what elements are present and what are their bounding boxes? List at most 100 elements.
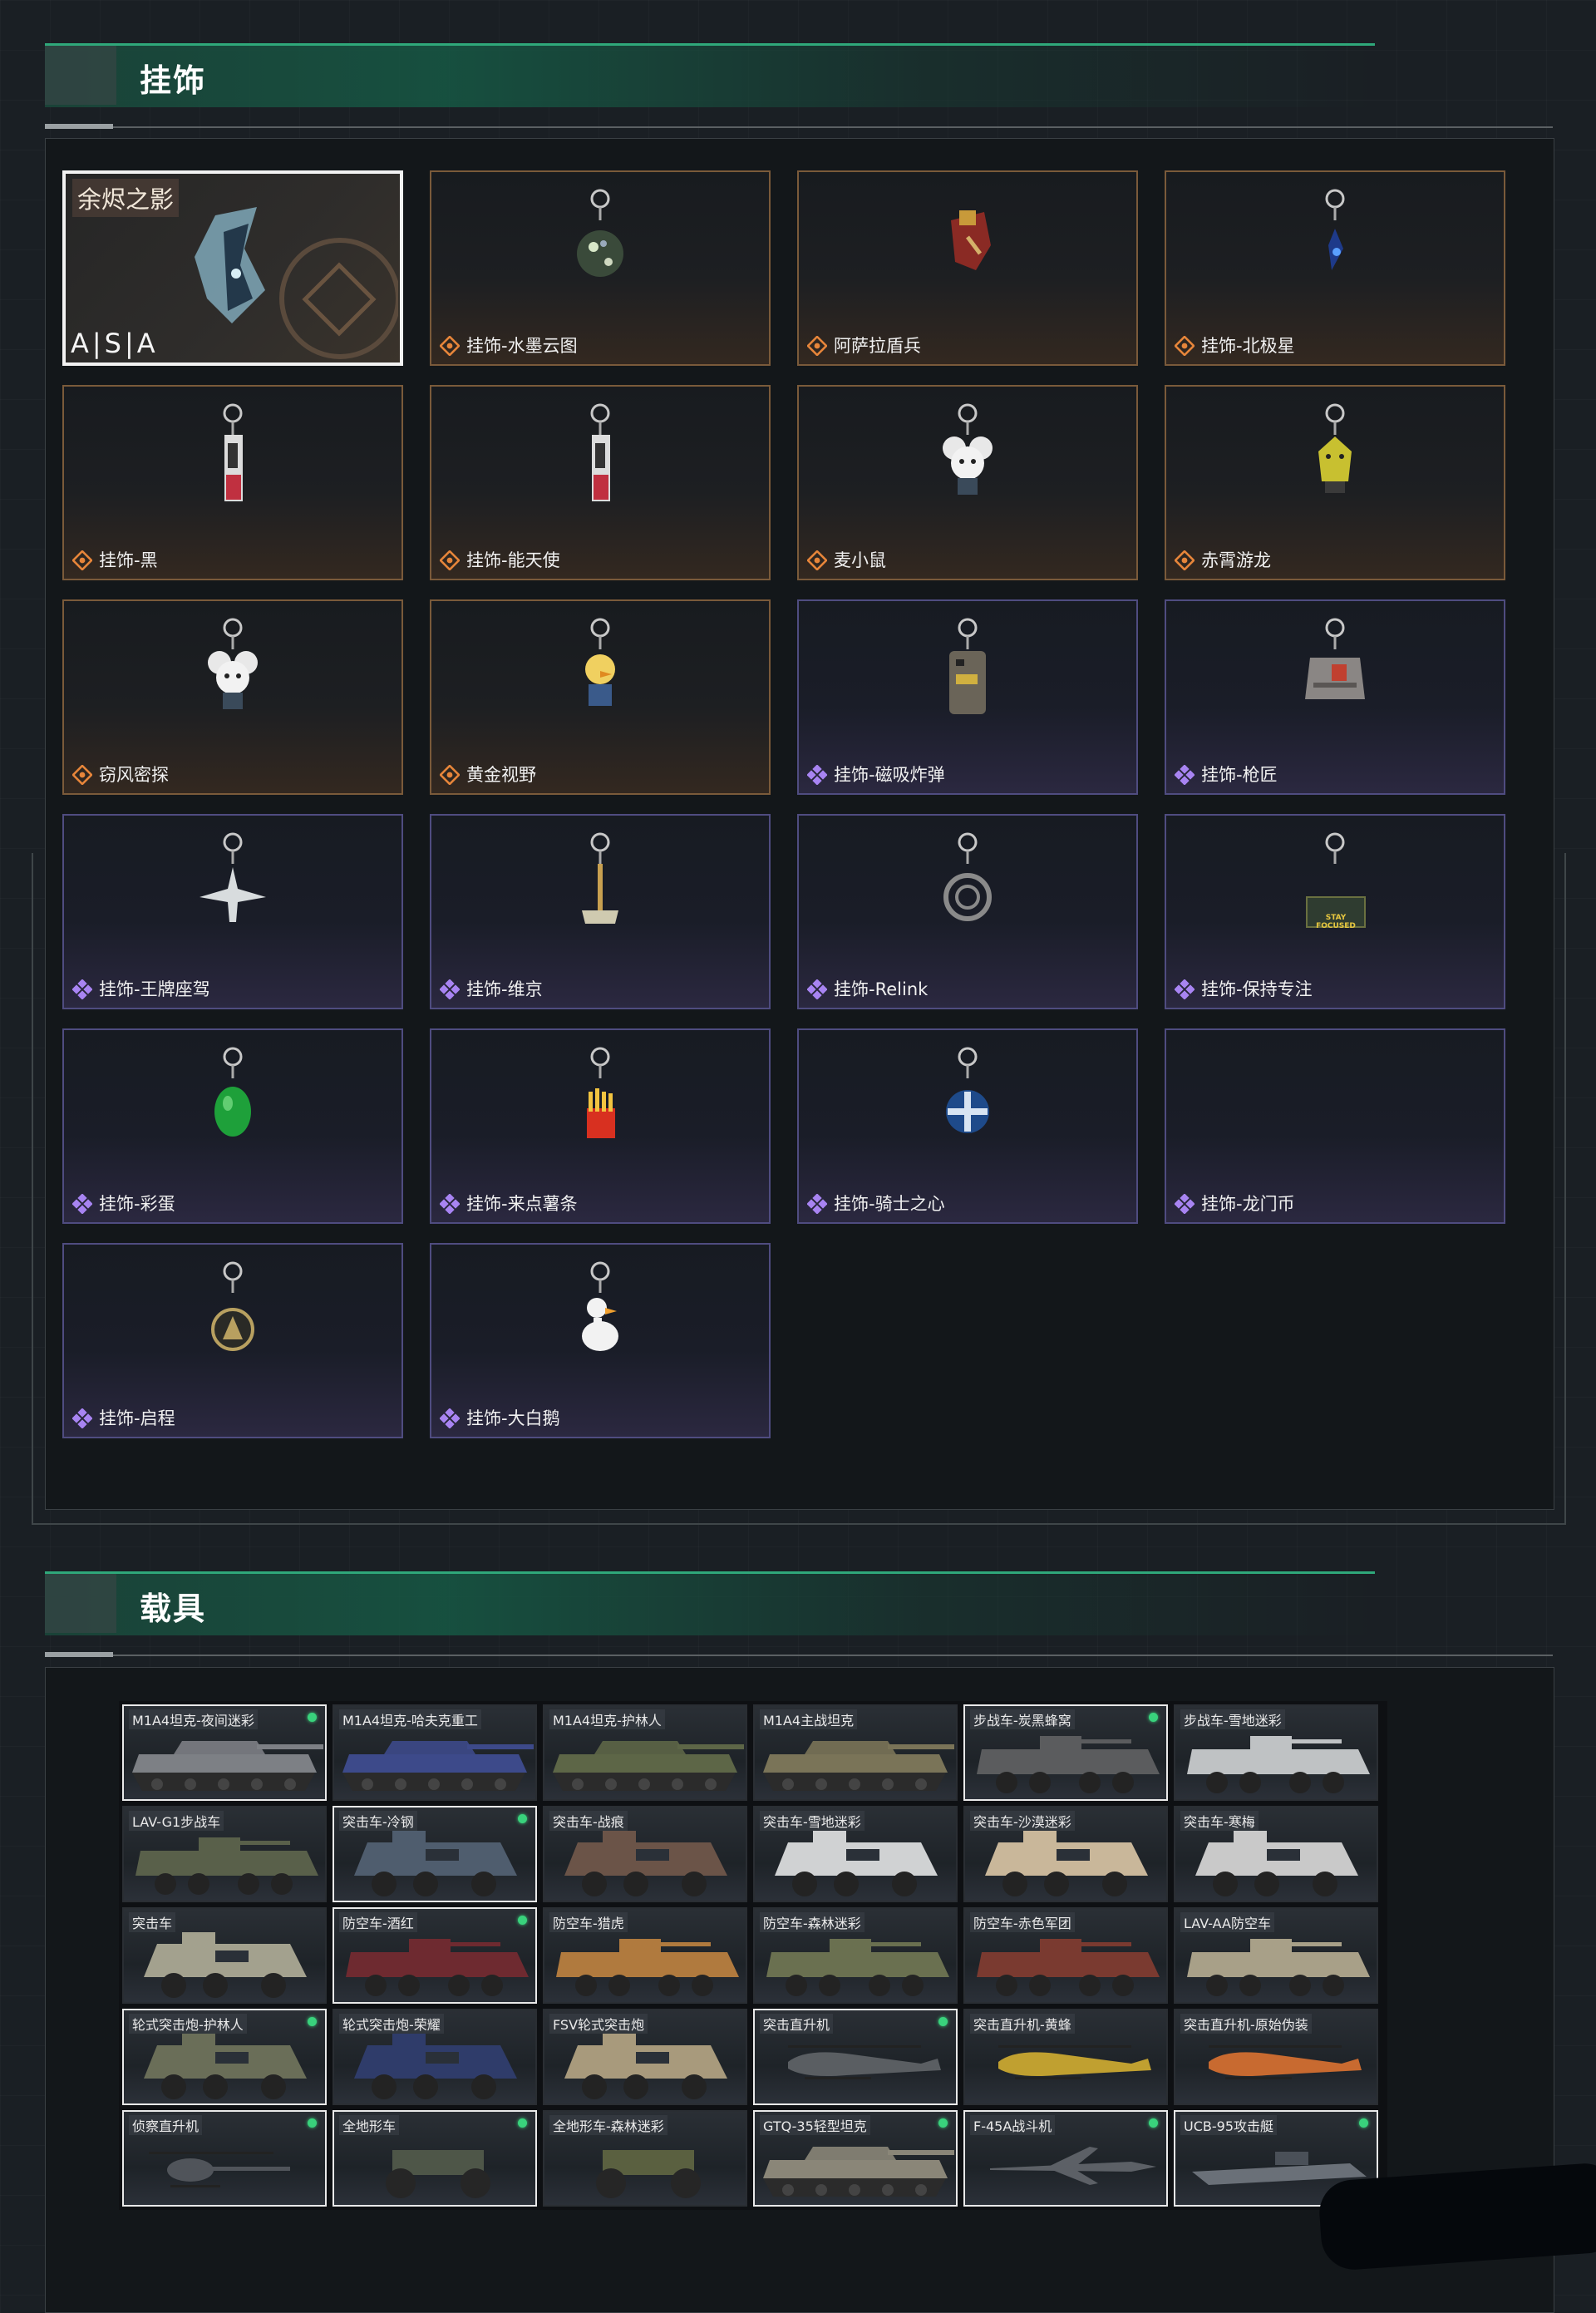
vehicle-card[interactable]: M1A4坦克-哈夫克重工 bbox=[332, 1704, 537, 1801]
vehicle-card[interactable]: 突击车-寒梅 bbox=[1174, 1806, 1378, 1902]
ifv-vehicle-icon bbox=[556, 1939, 739, 1996]
vehicle-name: 突击车 bbox=[129, 1912, 176, 1932]
vehicle-card[interactable]: 突击车-战痕 bbox=[543, 1806, 747, 1902]
vehicle-name: 全地形车-森林迷彩 bbox=[549, 2115, 667, 2135]
orb-charm-icon bbox=[550, 187, 650, 298]
vehicle-name: 突击车-沙漠迷彩 bbox=[970, 1811, 1075, 1831]
status-dot-icon bbox=[308, 2017, 317, 2026]
vehicle-card[interactable]: 全地形车 bbox=[332, 2110, 537, 2207]
charm-card[interactable]: 黄金视野 bbox=[430, 599, 771, 795]
vehicle-card[interactable]: M1A4坦克-夜间迷彩 bbox=[122, 1704, 327, 1801]
bomb-charm-icon bbox=[918, 616, 1017, 727]
apc-vehicle-icon bbox=[354, 2034, 517, 2099]
vehicle-name: 防空车-森林迷彩 bbox=[760, 1912, 864, 1932]
ifv-vehicle-icon bbox=[346, 1939, 529, 1996]
charm-card[interactable]: 阿萨拉盾兵 bbox=[797, 170, 1138, 366]
gold-rarity-icon bbox=[439, 550, 461, 571]
charm-card[interactable]: 挂饰-北极星 bbox=[1165, 170, 1505, 366]
vehicle-name: 突击车-冷钢 bbox=[339, 1811, 417, 1831]
tank-vehicle-icon bbox=[763, 2147, 954, 2197]
charm-card[interactable]: 挂饰-水墨云图 bbox=[430, 170, 771, 366]
featured-charm-logo: A|S|A bbox=[71, 328, 159, 359]
featured-charm-card[interactable]: 余烬之影 A|S|A bbox=[62, 170, 403, 366]
vehicle-card[interactable]: 突击车-冷钢 bbox=[332, 1806, 537, 1902]
charm-card[interactable]: 挂饰-枪匠 bbox=[1165, 599, 1505, 795]
star-charm-icon bbox=[1285, 187, 1385, 298]
apc-vehicle-icon bbox=[564, 1831, 727, 1896]
vehicle-card[interactable]: 轮式突击炮-荣耀 bbox=[332, 2009, 537, 2105]
charm-label: 挂饰-北极星 bbox=[1201, 336, 1295, 356]
apc-vehicle-icon bbox=[144, 1932, 307, 1998]
vehicle-card[interactable]: F-45A战斗机 bbox=[963, 2110, 1168, 2207]
vehicle-name: M1A4坦克-哈夫克重工 bbox=[339, 1709, 481, 1729]
charm-card[interactable]: 挂饰-能天使 bbox=[430, 385, 771, 580]
vehicle-name: 突击直升机 bbox=[760, 2014, 834, 2034]
charms-panel-frame bbox=[32, 853, 1566, 1525]
gold-rarity-icon bbox=[71, 550, 93, 571]
vehicle-card[interactable]: 侦察直升机 bbox=[122, 2110, 327, 2207]
vehicle-name: 步战车-炭黑蜂窝 bbox=[970, 1709, 1075, 1729]
heli-vehicle-icon bbox=[788, 2045, 941, 2079]
vehicle-card[interactable]: LAV-G1步战车 bbox=[122, 1806, 327, 1902]
header-divider-accent bbox=[45, 124, 113, 129]
mouse-charm-icon bbox=[918, 402, 1017, 513]
ifv-vehicle-icon bbox=[977, 1736, 1160, 1793]
section-title-charms: 挂饰 bbox=[140, 62, 207, 99]
tank-vehicle-icon bbox=[763, 1741, 954, 1791]
vehicle-card[interactable]: 突击车 bbox=[122, 1907, 327, 2004]
vehicle-grid: M1A4坦克-夜间迷彩 M1A4坦克-哈夫克重工 M1A4坦克-护林人 M1A4主战坦… bbox=[119, 1701, 1387, 2210]
tank-vehicle-icon bbox=[553, 1741, 744, 1791]
vehicle-name: FSV轮式突击炮 bbox=[549, 2014, 648, 2034]
charm-card[interactable]: 挂饰-磁吸炸弹 bbox=[797, 599, 1138, 795]
charm-label: 挂饰-黑 bbox=[99, 550, 158, 570]
charm-card[interactable]: 赤霄游龙 bbox=[1165, 385, 1505, 580]
charm-label: 挂饰-能天使 bbox=[466, 550, 560, 570]
card-charm-icon bbox=[183, 402, 283, 513]
gold-rarity-icon bbox=[71, 764, 93, 786]
charm-label: 麦小鼠 bbox=[834, 550, 886, 570]
vehicle-name: 突击车-雪地迷彩 bbox=[760, 1811, 864, 1831]
charm-label: 挂饰-磁吸炸弹 bbox=[834, 765, 945, 785]
vehicle-name: 防空车-酒红 bbox=[339, 1912, 417, 1932]
charm-card[interactable]: 挂饰-黑 bbox=[62, 385, 403, 580]
status-dot-icon bbox=[1149, 1713, 1158, 1722]
vehicle-card[interactable]: M1A4坦克-护林人 bbox=[543, 1704, 747, 1801]
gold-rarity-icon bbox=[806, 335, 828, 357]
heli-vehicle-icon bbox=[998, 2045, 1151, 2079]
charm-card[interactable]: 窃风密探 bbox=[62, 599, 403, 795]
vehicle-card[interactable]: 步战车-雪地迷彩 bbox=[1174, 1704, 1378, 1801]
gold-rarity-icon bbox=[439, 335, 461, 357]
charm-label: 窃风密探 bbox=[99, 765, 169, 785]
vehicle-card[interactable]: 突击车-沙漠迷彩 bbox=[963, 1806, 1168, 1902]
vehicle-name: LAV-G1步战车 bbox=[129, 1811, 224, 1831]
vehicle-card[interactable]: 防空车-酒红 bbox=[332, 1907, 537, 2004]
vehicle-card[interactable]: GTQ-35轻型坦克 bbox=[753, 2110, 958, 2207]
vehicle-card[interactable]: 防空车-猎虎 bbox=[543, 1907, 747, 2004]
charm-card[interactable]: 麦小鼠 bbox=[797, 385, 1138, 580]
vehicle-name: 突击直升机-黄蜂 bbox=[970, 2014, 1075, 2034]
vehicle-card[interactable]: 突击车-雪地迷彩 bbox=[753, 1806, 958, 1902]
mouse-charm-icon bbox=[183, 616, 283, 727]
ifv-vehicle-icon bbox=[135, 1837, 318, 1895]
vehicle-card[interactable]: M1A4主战坦克 bbox=[753, 1704, 958, 1801]
vehicle-card[interactable]: 轮式突击炮-护林人 bbox=[122, 2009, 327, 2105]
vehicle-card[interactable]: 防空车-森林迷彩 bbox=[753, 1907, 958, 2004]
vehicle-card[interactable]: 突击直升机-原始伪装 bbox=[1174, 2009, 1378, 2105]
status-dot-icon bbox=[938, 2118, 948, 2128]
dragon-charm-icon bbox=[1285, 402, 1385, 513]
vehicle-card[interactable]: 突击直升机 bbox=[753, 2009, 958, 2105]
apc-vehicle-icon bbox=[1195, 1831, 1358, 1896]
vehicle-card[interactable]: LAV-AA防空车 bbox=[1174, 1907, 1378, 2004]
vehicle-card[interactable]: 全地形车-森林迷彩 bbox=[543, 2110, 747, 2207]
status-dot-icon bbox=[308, 1713, 317, 1722]
gold-rarity-icon bbox=[806, 550, 828, 571]
vehicle-card[interactable]: 突击直升机-黄蜂 bbox=[963, 2009, 1168, 2105]
vehicle-name: 防空车-赤色军团 bbox=[970, 1912, 1075, 1932]
vehicle-card[interactable]: FSV轮式突击炮 bbox=[543, 2009, 747, 2105]
box-charm-icon bbox=[1285, 616, 1385, 727]
vehicle-card[interactable]: 步战车-炭黑蜂窝 bbox=[963, 1704, 1168, 1801]
section-title-vehicles: 载具 bbox=[140, 1590, 207, 1627]
ifv-vehicle-icon bbox=[766, 1939, 949, 1996]
charm-label: 挂饰-水墨云图 bbox=[466, 336, 578, 356]
vehicle-card[interactable]: 防空车-赤色军团 bbox=[963, 1907, 1168, 2004]
